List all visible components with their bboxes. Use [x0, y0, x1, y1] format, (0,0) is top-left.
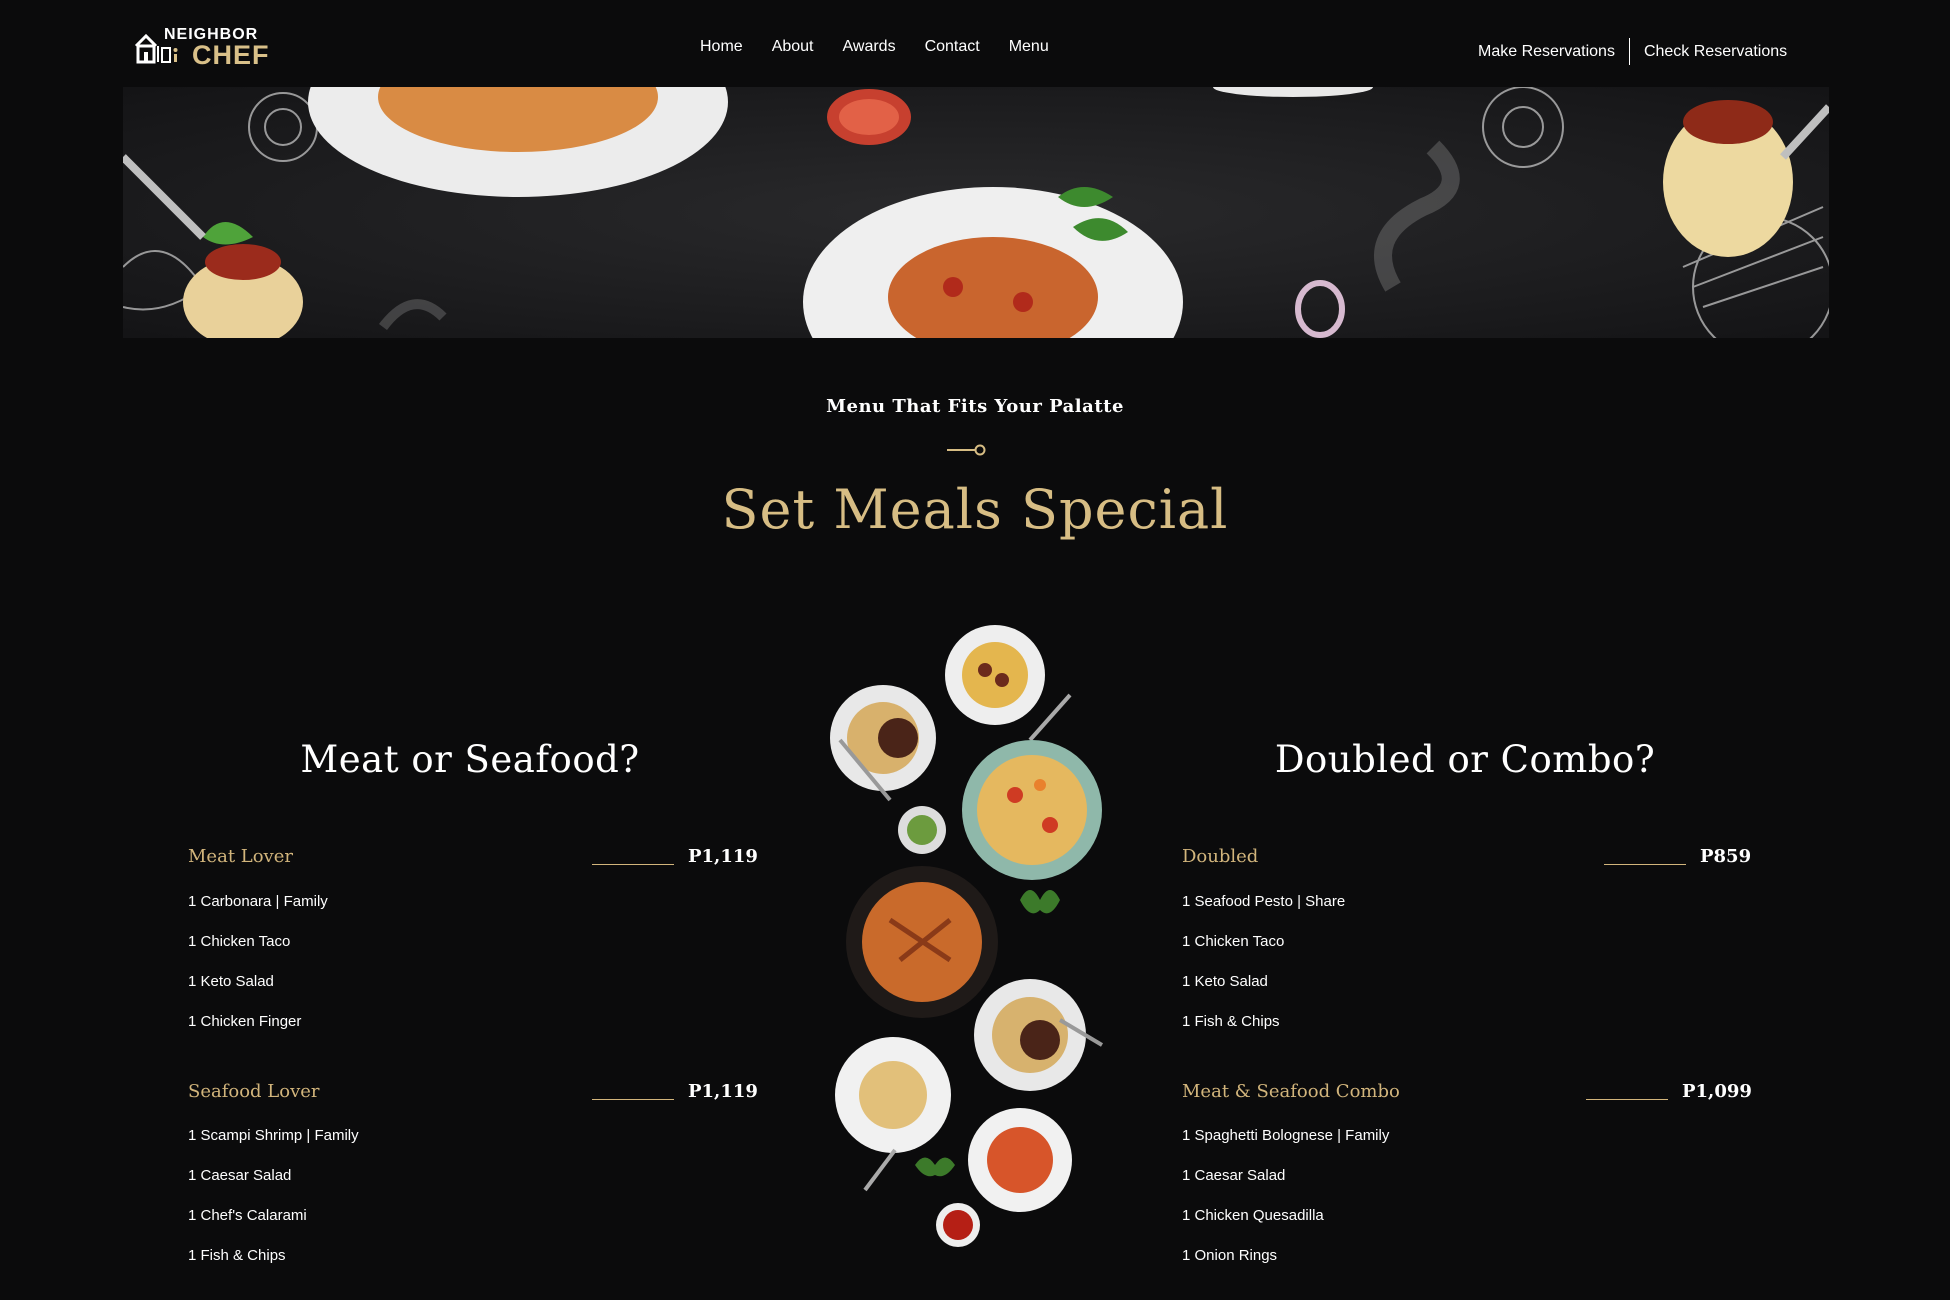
menu-item-name: Meat & Seafood Combo: [1182, 1081, 1400, 1102]
menu-item-line: 1 Fish & Chips: [188, 1247, 286, 1264]
menu-item-line: 1 Keto Salad: [1182, 973, 1268, 990]
menu-item-price: P1,099: [1682, 1081, 1752, 1102]
site-header: NEIGHBOR CHEF Home About Awards Contact …: [0, 0, 1950, 87]
nav-awards[interactable]: Awards: [843, 38, 896, 56]
menu-item-line: 1 Seafood Pesto | Share: [1182, 893, 1346, 910]
reservation-divider: [1628, 38, 1630, 65]
price-leader-line: [1586, 1099, 1668, 1100]
menu-item-line: 1 Chicken Taco: [188, 933, 291, 950]
menu-item-line: 1 Fish & Chips: [1182, 1013, 1280, 1030]
menu-item-line: 1 Keto Salad: [188, 973, 274, 990]
menu-item-price: P1,119: [688, 1081, 758, 1102]
nav-menu[interactable]: Menu: [1009, 38, 1049, 56]
make-reservations-link[interactable]: Make Reservations: [1478, 43, 1615, 61]
menu-item-line: 1 Caesar Salad: [1182, 1167, 1286, 1184]
brand-logo[interactable]: NEIGHBOR CHEF: [132, 24, 272, 70]
menu-item-line: 1 Scampi Shrimp | Family: [188, 1127, 359, 1144]
logo-text-bottom: CHEF: [192, 40, 270, 70]
menu-item-line: 1 Chicken Quesadilla: [1182, 1207, 1324, 1224]
menu-item-line: 1 Caesar Salad: [188, 1167, 292, 1184]
check-reservations-link[interactable]: Check Reservations: [1644, 43, 1787, 61]
main-nav: Home About Awards Contact Menu: [700, 38, 1049, 56]
section-subtitle: Menu That Fits Your Palatte: [826, 396, 1124, 417]
menu-item-line: 1 Chicken Taco: [1182, 933, 1285, 950]
menu-item-name: Seafood Lover: [188, 1081, 320, 1102]
price-leader-line: [592, 864, 674, 865]
menu-item-line: 1 Chicken Finger: [188, 1013, 302, 1030]
hero-banner-image: [123, 87, 1829, 338]
plates-food-image: [820, 620, 1120, 1260]
reservation-links: Make Reservations Check Reservations: [1478, 38, 1787, 65]
fork-divider-icon: [947, 444, 986, 456]
menu-item-name: Meat Lover: [188, 846, 293, 867]
section-title: Set Meals Special: [721, 478, 1229, 541]
menu-item-price: P1,119: [688, 846, 758, 867]
nav-about[interactable]: About: [772, 38, 814, 56]
left-column-title: Meat or Seafood?: [300, 738, 640, 781]
nav-contact[interactable]: Contact: [925, 38, 980, 56]
right-column-title: Doubled or Combo?: [1274, 738, 1656, 781]
menu-item-price: P859: [1700, 846, 1752, 867]
menu-item-line: 1 Carbonara | Family: [188, 893, 328, 910]
menu-item-line: 1 Onion Rings: [1182, 1247, 1278, 1264]
menu-item-line: 1 Spaghetti Bolognese | Family: [1182, 1127, 1390, 1144]
menu-item-name: Doubled: [1182, 846, 1259, 867]
hero-food-illustration: [123, 87, 1829, 338]
price-leader-line: [1604, 864, 1686, 865]
food-plates-illustration: [830, 625, 1104, 1247]
price-leader-line: [592, 1099, 674, 1100]
menu-item-line: 1 Chef's Calarami: [188, 1207, 307, 1224]
nav-home[interactable]: Home: [700, 38, 743, 56]
